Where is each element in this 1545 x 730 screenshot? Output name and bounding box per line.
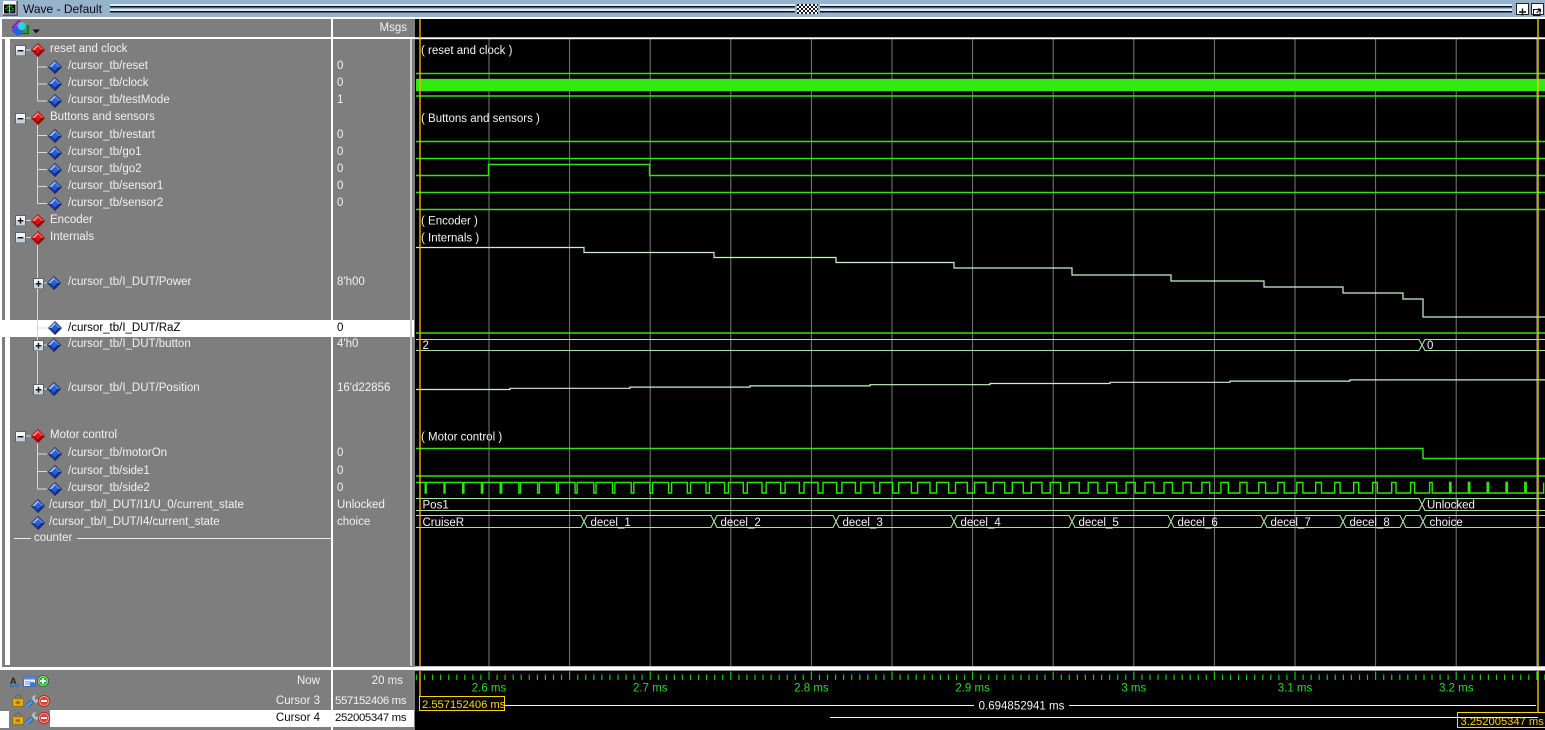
svg-text:0: 0 [1427, 340, 1433, 352]
svg-text:decel_6: decel_6 [1178, 517, 1218, 529]
svg-text:choice: choice [1430, 517, 1463, 529]
svg-text:decel_2: decel_2 [721, 517, 761, 529]
svg-text:2.6 ms: 2.6 ms [472, 683, 507, 695]
svg-text:3.252005347 ms: 3.252005347 ms [1461, 716, 1545, 728]
svg-text:( reset and clock ): ( reset and clock ) [421, 45, 513, 57]
svg-text:decel_7: decel_7 [1271, 517, 1311, 529]
svg-text:0.694852941 ms: 0.694852941 ms [979, 701, 1065, 713]
svg-text:3 ms: 3 ms [1121, 683, 1146, 695]
svg-text:decel_5: decel_5 [1079, 517, 1119, 529]
svg-text:2.7 ms: 2.7 ms [633, 683, 668, 695]
svg-text:CruiseR: CruiseR [423, 517, 465, 529]
svg-text:( Buttons and sensors ): ( Buttons and sensors ) [421, 113, 540, 125]
svg-text:( Encoder ): ( Encoder ) [421, 216, 478, 228]
svg-text:2: 2 [423, 340, 429, 352]
svg-text:Unlocked: Unlocked [1427, 500, 1475, 512]
svg-text:( Motor control ): ( Motor control ) [421, 432, 502, 444]
svg-text:decel_3: decel_3 [843, 517, 883, 529]
svg-text:decel_1: decel_1 [591, 517, 631, 529]
svg-text:2.9 ms: 2.9 ms [955, 683, 990, 695]
svg-text:2.8 ms: 2.8 ms [794, 683, 829, 695]
svg-text:2.557152406 ms: 2.557152406 ms [422, 699, 506, 711]
svg-text:Pos1: Pos1 [423, 500, 449, 512]
svg-text:3.2 ms: 3.2 ms [1439, 683, 1474, 695]
svg-text:decel_4: decel_4 [961, 517, 1002, 529]
svg-text:3.1 ms: 3.1 ms [1278, 683, 1313, 695]
svg-text:decel_8: decel_8 [1350, 517, 1390, 529]
svg-text:( Internals ): ( Internals ) [421, 233, 479, 245]
